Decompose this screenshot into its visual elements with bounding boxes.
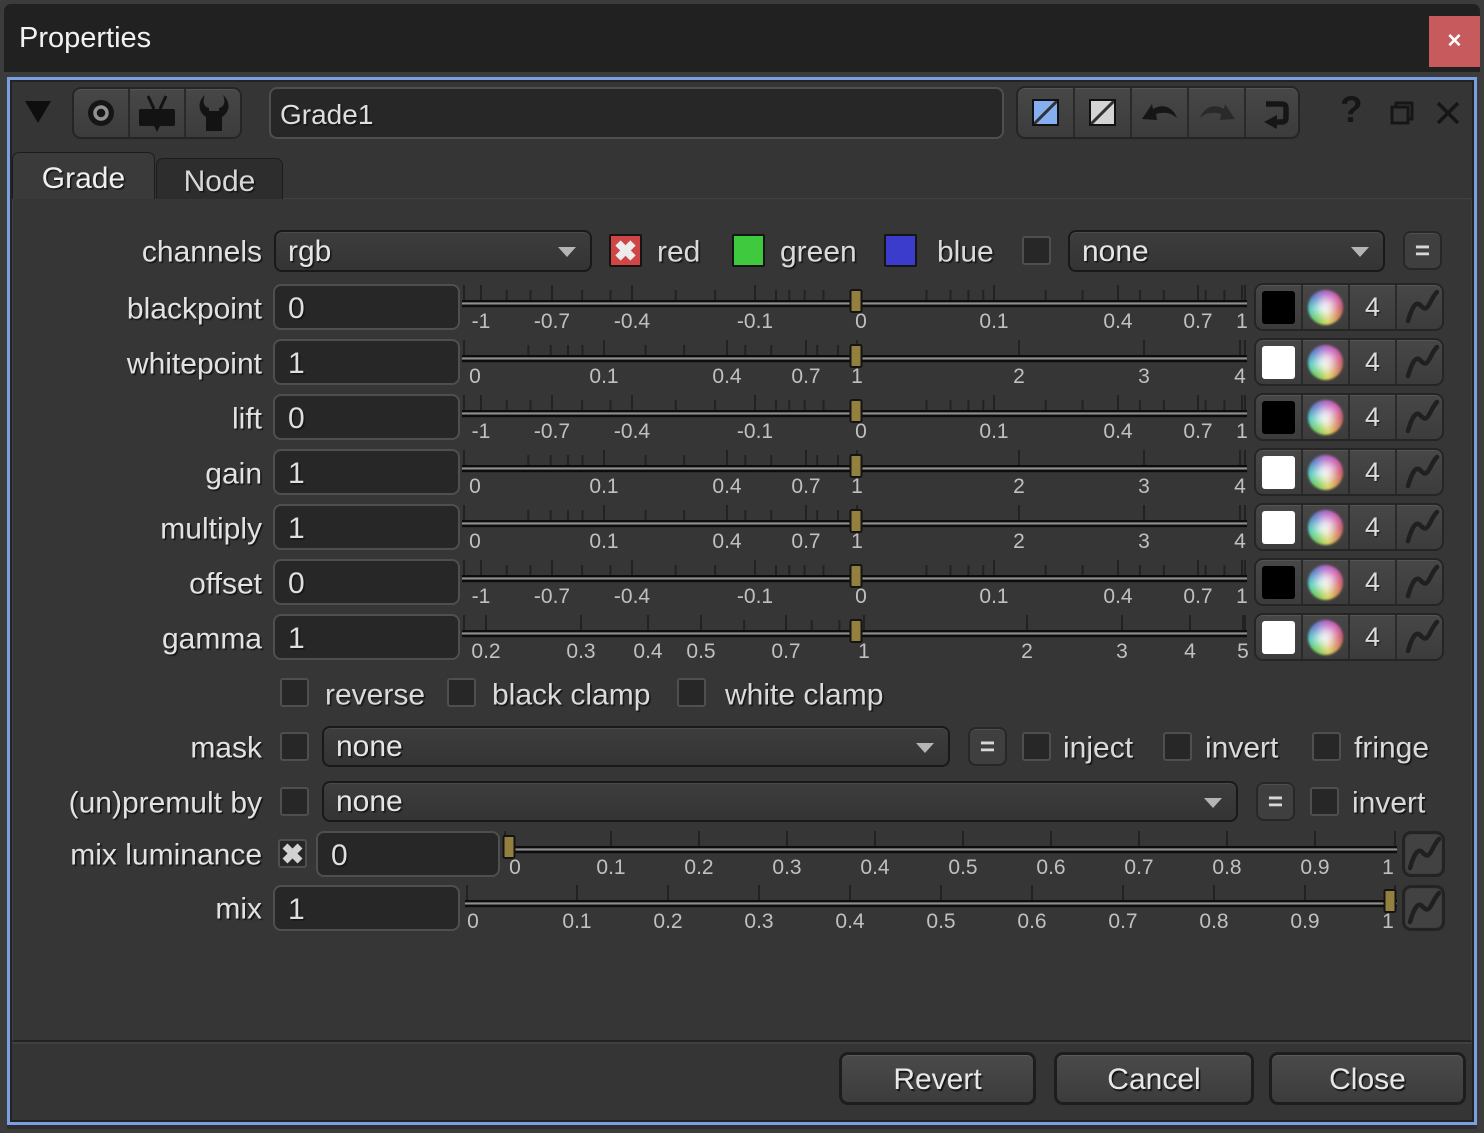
svg-text:0.1: 0.1 — [979, 585, 1008, 608]
svg-text:0.4: 0.4 — [1103, 420, 1133, 443]
svg-text:3: 3 — [1116, 640, 1128, 663]
svg-text:0.6: 0.6 — [1017, 910, 1046, 933]
svg-text:-0.1: -0.1 — [737, 310, 773, 333]
svg-text:0.2: 0.2 — [653, 910, 682, 933]
svg-text:1: 1 — [1236, 420, 1248, 443]
svg-text:0.7: 0.7 — [791, 530, 820, 553]
svg-text:2: 2 — [1013, 365, 1025, 388]
svg-text:0: 0 — [469, 530, 481, 553]
svg-text:2: 2 — [1013, 475, 1025, 498]
svg-text:0.7: 0.7 — [1108, 910, 1137, 933]
svg-text:4: 4 — [1234, 475, 1246, 498]
svg-text:0.3: 0.3 — [744, 910, 773, 933]
svg-text:-0.7: -0.7 — [534, 310, 570, 333]
svg-text:4: 4 — [1234, 530, 1246, 553]
svg-text:0.5: 0.5 — [926, 910, 955, 933]
svg-text:0: 0 — [467, 910, 479, 933]
svg-text:1: 1 — [851, 475, 863, 498]
svg-text:0.4: 0.4 — [633, 640, 663, 663]
svg-text:0.1: 0.1 — [589, 475, 618, 498]
svg-text:0.4: 0.4 — [712, 365, 742, 388]
svg-text:0: 0 — [469, 475, 481, 498]
svg-text:-0.7: -0.7 — [534, 585, 570, 608]
svg-text:1: 1 — [858, 640, 870, 663]
svg-text:0: 0 — [855, 420, 867, 443]
svg-text:-0.4: -0.4 — [614, 310, 651, 333]
svg-text:1: 1 — [1236, 585, 1248, 608]
svg-text:0.2: 0.2 — [684, 856, 713, 879]
svg-text:0: 0 — [855, 310, 867, 333]
svg-text:0.8: 0.8 — [1199, 910, 1228, 933]
svg-text:0.3: 0.3 — [772, 856, 801, 879]
svg-text:0.4: 0.4 — [860, 856, 890, 879]
svg-text:0.4: 0.4 — [1103, 310, 1133, 333]
svg-text:0.6: 0.6 — [1036, 856, 1065, 879]
svg-text:-0.7: -0.7 — [534, 420, 570, 443]
svg-text:0.1: 0.1 — [596, 856, 625, 879]
svg-text:0.5: 0.5 — [686, 640, 715, 663]
svg-text:0.1: 0.1 — [589, 365, 618, 388]
svg-text:0.7: 0.7 — [1183, 585, 1212, 608]
svg-text:-0.1: -0.1 — [737, 420, 773, 443]
svg-text:1: 1 — [851, 530, 863, 553]
svg-text:0.7: 0.7 — [791, 365, 820, 388]
svg-text:1: 1 — [851, 365, 863, 388]
svg-text:0: 0 — [855, 585, 867, 608]
svg-text:-1: -1 — [472, 585, 491, 608]
svg-text:1: 1 — [1382, 856, 1394, 879]
svg-text:4: 4 — [1234, 365, 1246, 388]
svg-text:0.7: 0.7 — [1124, 856, 1153, 879]
svg-text:0.8: 0.8 — [1212, 856, 1241, 879]
svg-text:2: 2 — [1013, 530, 1025, 553]
svg-text:3: 3 — [1138, 475, 1150, 498]
svg-text:0.7: 0.7 — [1183, 310, 1212, 333]
svg-text:0.9: 0.9 — [1290, 910, 1319, 933]
svg-text:0: 0 — [469, 365, 481, 388]
svg-text:-1: -1 — [472, 420, 491, 443]
svg-text:0.5: 0.5 — [948, 856, 977, 879]
svg-text:-1: -1 — [472, 310, 491, 333]
svg-text:-0.4: -0.4 — [614, 585, 651, 608]
svg-text:0.4: 0.4 — [712, 475, 742, 498]
svg-text:5: 5 — [1237, 640, 1249, 663]
svg-text:2: 2 — [1021, 640, 1033, 663]
svg-text:1: 1 — [1382, 910, 1394, 933]
svg-text:1: 1 — [1236, 310, 1248, 333]
svg-text:4: 4 — [1184, 640, 1196, 663]
svg-text:0.7: 0.7 — [791, 475, 820, 498]
svg-text:0.4: 0.4 — [835, 910, 865, 933]
svg-text:0: 0 — [509, 856, 521, 879]
svg-text:3: 3 — [1138, 365, 1150, 388]
svg-text:0.1: 0.1 — [979, 310, 1008, 333]
svg-text:0.1: 0.1 — [562, 910, 591, 933]
svg-text:3: 3 — [1138, 530, 1150, 553]
svg-text:0.7: 0.7 — [1183, 420, 1212, 443]
svg-text:0.7: 0.7 — [771, 640, 800, 663]
svg-text:0.4: 0.4 — [1103, 585, 1133, 608]
svg-text:-0.4: -0.4 — [614, 420, 651, 443]
svg-text:0.1: 0.1 — [589, 530, 618, 553]
svg-text:0.3: 0.3 — [566, 640, 595, 663]
svg-text:-0.1: -0.1 — [737, 585, 773, 608]
svg-text:0.2: 0.2 — [471, 640, 500, 663]
svg-text:0.1: 0.1 — [979, 420, 1008, 443]
svg-text:0.9: 0.9 — [1300, 856, 1329, 879]
svg-text:0.4: 0.4 — [712, 530, 742, 553]
